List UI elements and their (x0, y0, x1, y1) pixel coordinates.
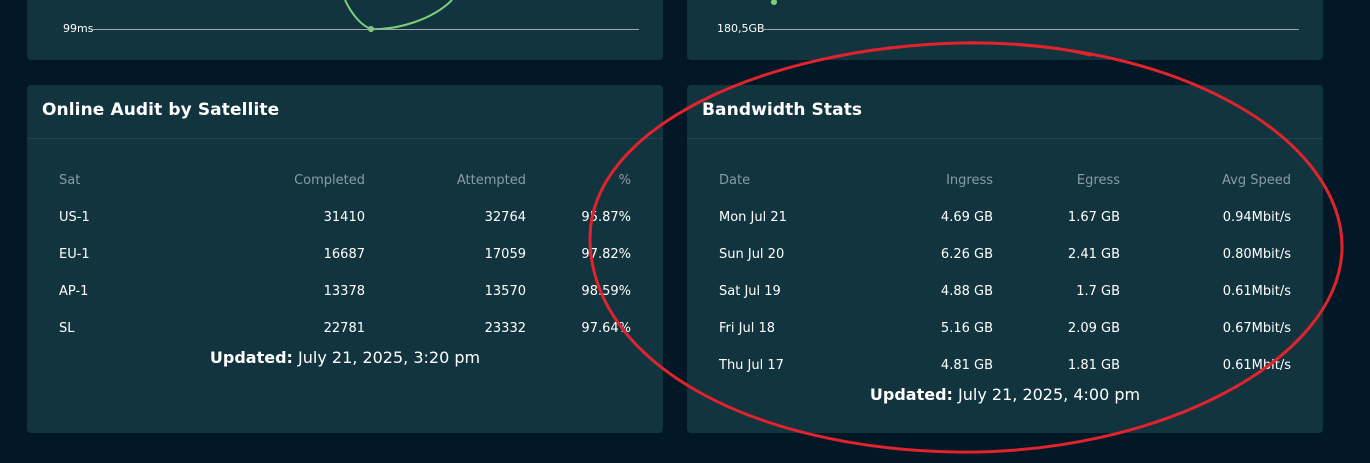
date-cell: Thu Jul 17 (719, 358, 784, 373)
updated-label: Updated: (209, 348, 293, 367)
ingress-cell: 4.81 GB (940, 358, 993, 373)
completed-cell: 31410 (323, 210, 365, 225)
column-header: Sat (59, 173, 81, 188)
bandwidth-updated: Updated: July 21, 2025, 4:00 pm (687, 385, 1323, 404)
table-row: US-1 31410 32764 95.87% (59, 199, 631, 236)
table-header-row: Date Ingress Egress Avg Speed (719, 162, 1291, 199)
table-row: AP-1 13378 13570 98.59% (59, 273, 631, 310)
ingress-cell: 5.16 GB (940, 321, 993, 336)
egress-cell: 1.67 GB (1067, 210, 1120, 225)
column-header: Attempted (456, 173, 526, 188)
attempted-cell: 32764 (484, 210, 526, 225)
column-header: Avg Speed (1222, 173, 1291, 188)
attempted-cell: 23332 (484, 321, 526, 336)
table-row: SL 22781 23332 97.64% (59, 310, 631, 347)
percent-cell: 97.82% (581, 247, 631, 262)
date-cell: Sat Jul 19 (719, 284, 781, 299)
axis-baseline (763, 29, 1299, 30)
avg-speed-cell: 0.61Mbit/s (1222, 284, 1291, 299)
axis-min-label: 180,5GB (717, 22, 765, 35)
completed-cell: 13378 (323, 284, 365, 299)
bandwidth-card: Bandwidth Stats Date Ingress Egress Avg … (687, 85, 1323, 433)
bandwidth-card-header: Bandwidth Stats (687, 85, 1323, 139)
audit-card-header: Online Audit by Satellite (27, 85, 663, 139)
axis-baseline (93, 29, 639, 30)
column-header: % (618, 173, 631, 188)
table-row: Mon Jul 21 4.69 GB 1.67 GB 0.94Mbit/s (719, 199, 1291, 236)
ingress-cell: 4.69 GB (940, 210, 993, 225)
avg-speed-cell: 0.61Mbit/s (1222, 358, 1291, 373)
egress-cell: 1.7 GB (1076, 284, 1120, 299)
sat-cell: US-1 (59, 210, 90, 225)
percent-cell: 97.64% (581, 321, 631, 336)
bandwidth-card-title: Bandwidth Stats (702, 100, 863, 120)
storage-chart-card: 180,5GB (687, 0, 1323, 60)
completed-cell: 16687 (323, 247, 365, 262)
updated-label: Updated: (869, 385, 953, 404)
percent-cell: 95.87% (581, 210, 631, 225)
updated-timestamp: July 21, 2025, 4:00 pm (958, 385, 1141, 404)
egress-cell: 1.81 GB (1067, 358, 1120, 373)
table-row: Sun Jul 20 6.26 GB 2.41 GB 0.80Mbit/s (719, 236, 1291, 273)
audit-card: Online Audit by Satellite Sat Completed … (27, 85, 663, 433)
table-row: Fri Jul 18 5.16 GB 2.09 GB 0.67Mbit/s (719, 310, 1291, 347)
percent-cell: 98.59% (581, 284, 631, 299)
chart-point (771, 0, 777, 5)
column-header: Ingress (946, 173, 993, 188)
avg-speed-cell: 0.67Mbit/s (1222, 321, 1291, 336)
latency-chart-card: 99ms (27, 0, 663, 60)
ingress-cell: 6.26 GB (940, 247, 993, 262)
audit-card-title: Online Audit by Satellite (42, 100, 280, 120)
audit-table: Sat Completed Attempted % US-1 31410 327… (59, 162, 631, 347)
column-header: Egress (1076, 173, 1120, 188)
egress-cell: 2.41 GB (1067, 247, 1120, 262)
attempted-cell: 17059 (484, 247, 526, 262)
table-header-row: Sat Completed Attempted % (59, 162, 631, 199)
sat-cell: SL (59, 321, 75, 336)
audit-updated: Updated: July 21, 2025, 3:20 pm (27, 348, 663, 367)
column-header: Date (719, 173, 751, 188)
date-cell: Mon Jul 21 (719, 210, 787, 225)
sat-cell: AP-1 (59, 284, 89, 299)
ingress-cell: 4.88 GB (940, 284, 993, 299)
avg-speed-cell: 0.94Mbit/s (1222, 210, 1291, 225)
column-header: Completed (294, 173, 365, 188)
date-cell: Sun Jul 20 (719, 247, 785, 262)
table-row: Sat Jul 19 4.88 GB 1.7 GB 0.61Mbit/s (719, 273, 1291, 310)
axis-min-label: 99ms (63, 22, 94, 35)
storage-chart-line (770, 0, 777, 5)
table-row: EU-1 16687 17059 97.82% (59, 236, 631, 273)
table-row: Thu Jul 17 4.81 GB 1.81 GB 0.61Mbit/s (719, 347, 1291, 384)
latency-chart-line (344, 0, 453, 32)
date-cell: Fri Jul 18 (719, 321, 775, 336)
updated-timestamp: July 21, 2025, 3:20 pm (298, 348, 481, 367)
attempted-cell: 13570 (484, 284, 526, 299)
completed-cell: 22781 (323, 321, 365, 336)
bandwidth-table: Date Ingress Egress Avg Speed Mon Jul 21… (719, 162, 1291, 384)
egress-cell: 2.09 GB (1067, 321, 1120, 336)
avg-speed-cell: 0.80Mbit/s (1222, 247, 1291, 262)
sat-cell: EU-1 (59, 247, 90, 262)
